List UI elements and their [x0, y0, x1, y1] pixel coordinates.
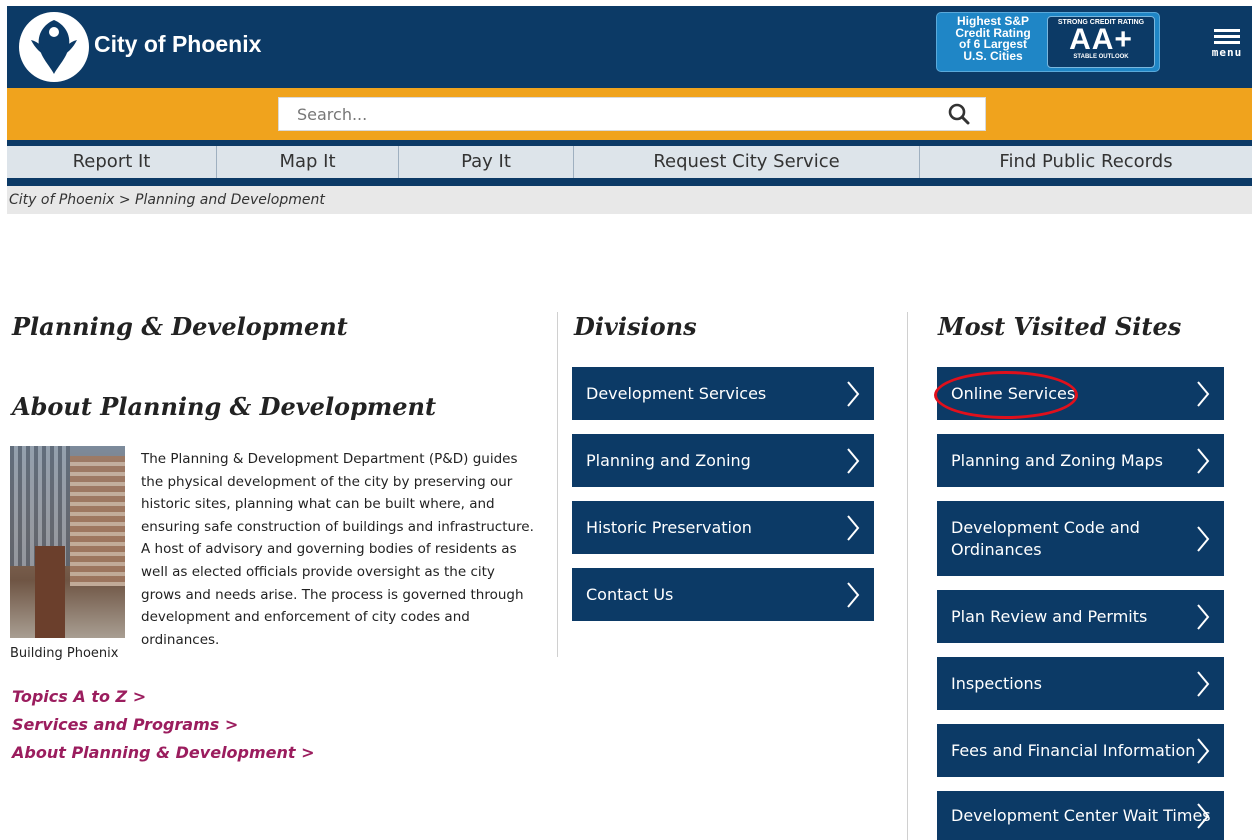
breadcrumb-separator: > — [114, 192, 136, 208]
tile-label: Contact Us — [586, 584, 674, 604]
site-online-services[interactable]: Online Services — [937, 367, 1224, 420]
menu-label: menu — [1211, 46, 1243, 59]
hamburger-icon — [1207, 29, 1247, 44]
site-header: City of Phoenix Highest S&P Credit Ratin… — [7, 6, 1252, 88]
badge-rating-value: AA+ — [1069, 23, 1133, 56]
nav-find-public-records[interactable]: Find Public Records — [920, 146, 1252, 178]
page-title: Planning & Development — [12, 312, 348, 341]
tile-label: Development Center Wait Times — [951, 805, 1211, 825]
division-development-services[interactable]: Development Services — [572, 367, 874, 420]
division-planning-and-zoning[interactable]: Planning and Zoning — [572, 434, 874, 487]
chevron-right-icon — [1197, 802, 1210, 829]
tile-label: Development Services — [586, 383, 767, 403]
site-planning-zoning-maps[interactable]: Planning and Zoning Maps — [937, 434, 1224, 487]
breadcrumb: City of Phoenix > Planning and Developme… — [7, 186, 1252, 214]
badge-line: U.S. Cities — [963, 48, 1023, 63]
photo-caption: Building Phoenix — [10, 646, 119, 661]
site-wait-times[interactable]: Development Center Wait Times — [937, 791, 1224, 840]
credit-rating-badge[interactable]: Highest S&P Credit Rating of 6 Largest U… — [936, 12, 1160, 72]
tile-label: Development Code and Ordinances — [951, 517, 1140, 559]
site-fees-financial[interactable]: Fees and Financial Information — [937, 724, 1224, 777]
chevron-right-icon — [1197, 670, 1210, 697]
nav-pay-it[interactable]: Pay It — [399, 146, 574, 178]
nav-request-city-service[interactable]: Request City Service — [574, 146, 920, 178]
chevron-right-icon — [1197, 525, 1210, 552]
tile-label: Planning and Zoning — [586, 450, 751, 470]
chevron-right-icon — [1197, 447, 1210, 474]
link-services-and-programs[interactable]: Services and Programs > — [12, 715, 238, 734]
breadcrumb-home[interactable]: City of Phoenix — [9, 192, 114, 208]
search-icon[interactable] — [948, 103, 970, 125]
chevron-right-icon — [847, 581, 860, 608]
quick-nav: Report It Map It Pay It Request City Ser… — [7, 140, 1252, 186]
badge-rating-box: STRONG CREDIT RATING AA+ STABLE OUTLOOK — [1047, 16, 1155, 68]
chevron-right-icon — [1197, 737, 1210, 764]
chevron-right-icon — [1197, 603, 1210, 630]
division-historic-preservation[interactable]: Historic Preservation — [572, 501, 874, 554]
link-topics-a-to-z[interactable]: Topics A to Z > — [12, 687, 146, 706]
search-input[interactable] — [278, 97, 986, 131]
tile-label: Plan Review and Permits — [951, 606, 1148, 626]
about-text: The Planning & Development Department (P… — [141, 451, 534, 648]
breadcrumb-current[interactable]: Planning and Development — [135, 192, 325, 208]
nav-report-it[interactable]: Report It — [7, 146, 217, 178]
nav-map-it[interactable]: Map It — [217, 146, 399, 178]
chevron-right-icon — [847, 514, 860, 541]
column-divider — [557, 312, 558, 657]
tile-label: Fees and Financial Information — [951, 740, 1196, 760]
phoenix-logo-icon[interactable] — [17, 10, 91, 84]
chevron-right-icon — [847, 447, 860, 474]
about-title: About Planning & Development — [12, 392, 437, 421]
divisions-title: Divisions — [574, 312, 697, 341]
search-bar — [7, 88, 1252, 140]
site-development-code[interactable]: Development Code and Ordinances — [937, 501, 1224, 576]
menu-button[interactable]: menu — [1207, 26, 1247, 66]
most-visited-title: Most Visited Sites — [938, 312, 1182, 341]
tile-label: Planning and Zoning Maps — [951, 450, 1164, 470]
chevron-right-icon — [847, 380, 860, 407]
link-about-planning[interactable]: About Planning & Development > — [12, 743, 315, 762]
badge-text: Highest S&P Credit Rating of 6 Largest U… — [945, 15, 1041, 63]
tile-label: Historic Preservation — [586, 517, 752, 537]
column-divider — [907, 312, 908, 840]
site-inspections[interactable]: Inspections — [937, 657, 1224, 710]
tile-label: Online Services — [951, 383, 1076, 403]
badge-rating-bottom: STABLE OUTLOOK — [1073, 54, 1129, 60]
site-name[interactable]: City of Phoenix — [94, 31, 261, 58]
chevron-right-icon — [1197, 380, 1210, 407]
site-plan-review-permits[interactable]: Plan Review and Permits — [937, 590, 1224, 643]
building-phoenix-photo — [10, 446, 125, 638]
division-contact-us[interactable]: Contact Us — [572, 568, 874, 621]
tile-label: Inspections — [951, 673, 1042, 693]
